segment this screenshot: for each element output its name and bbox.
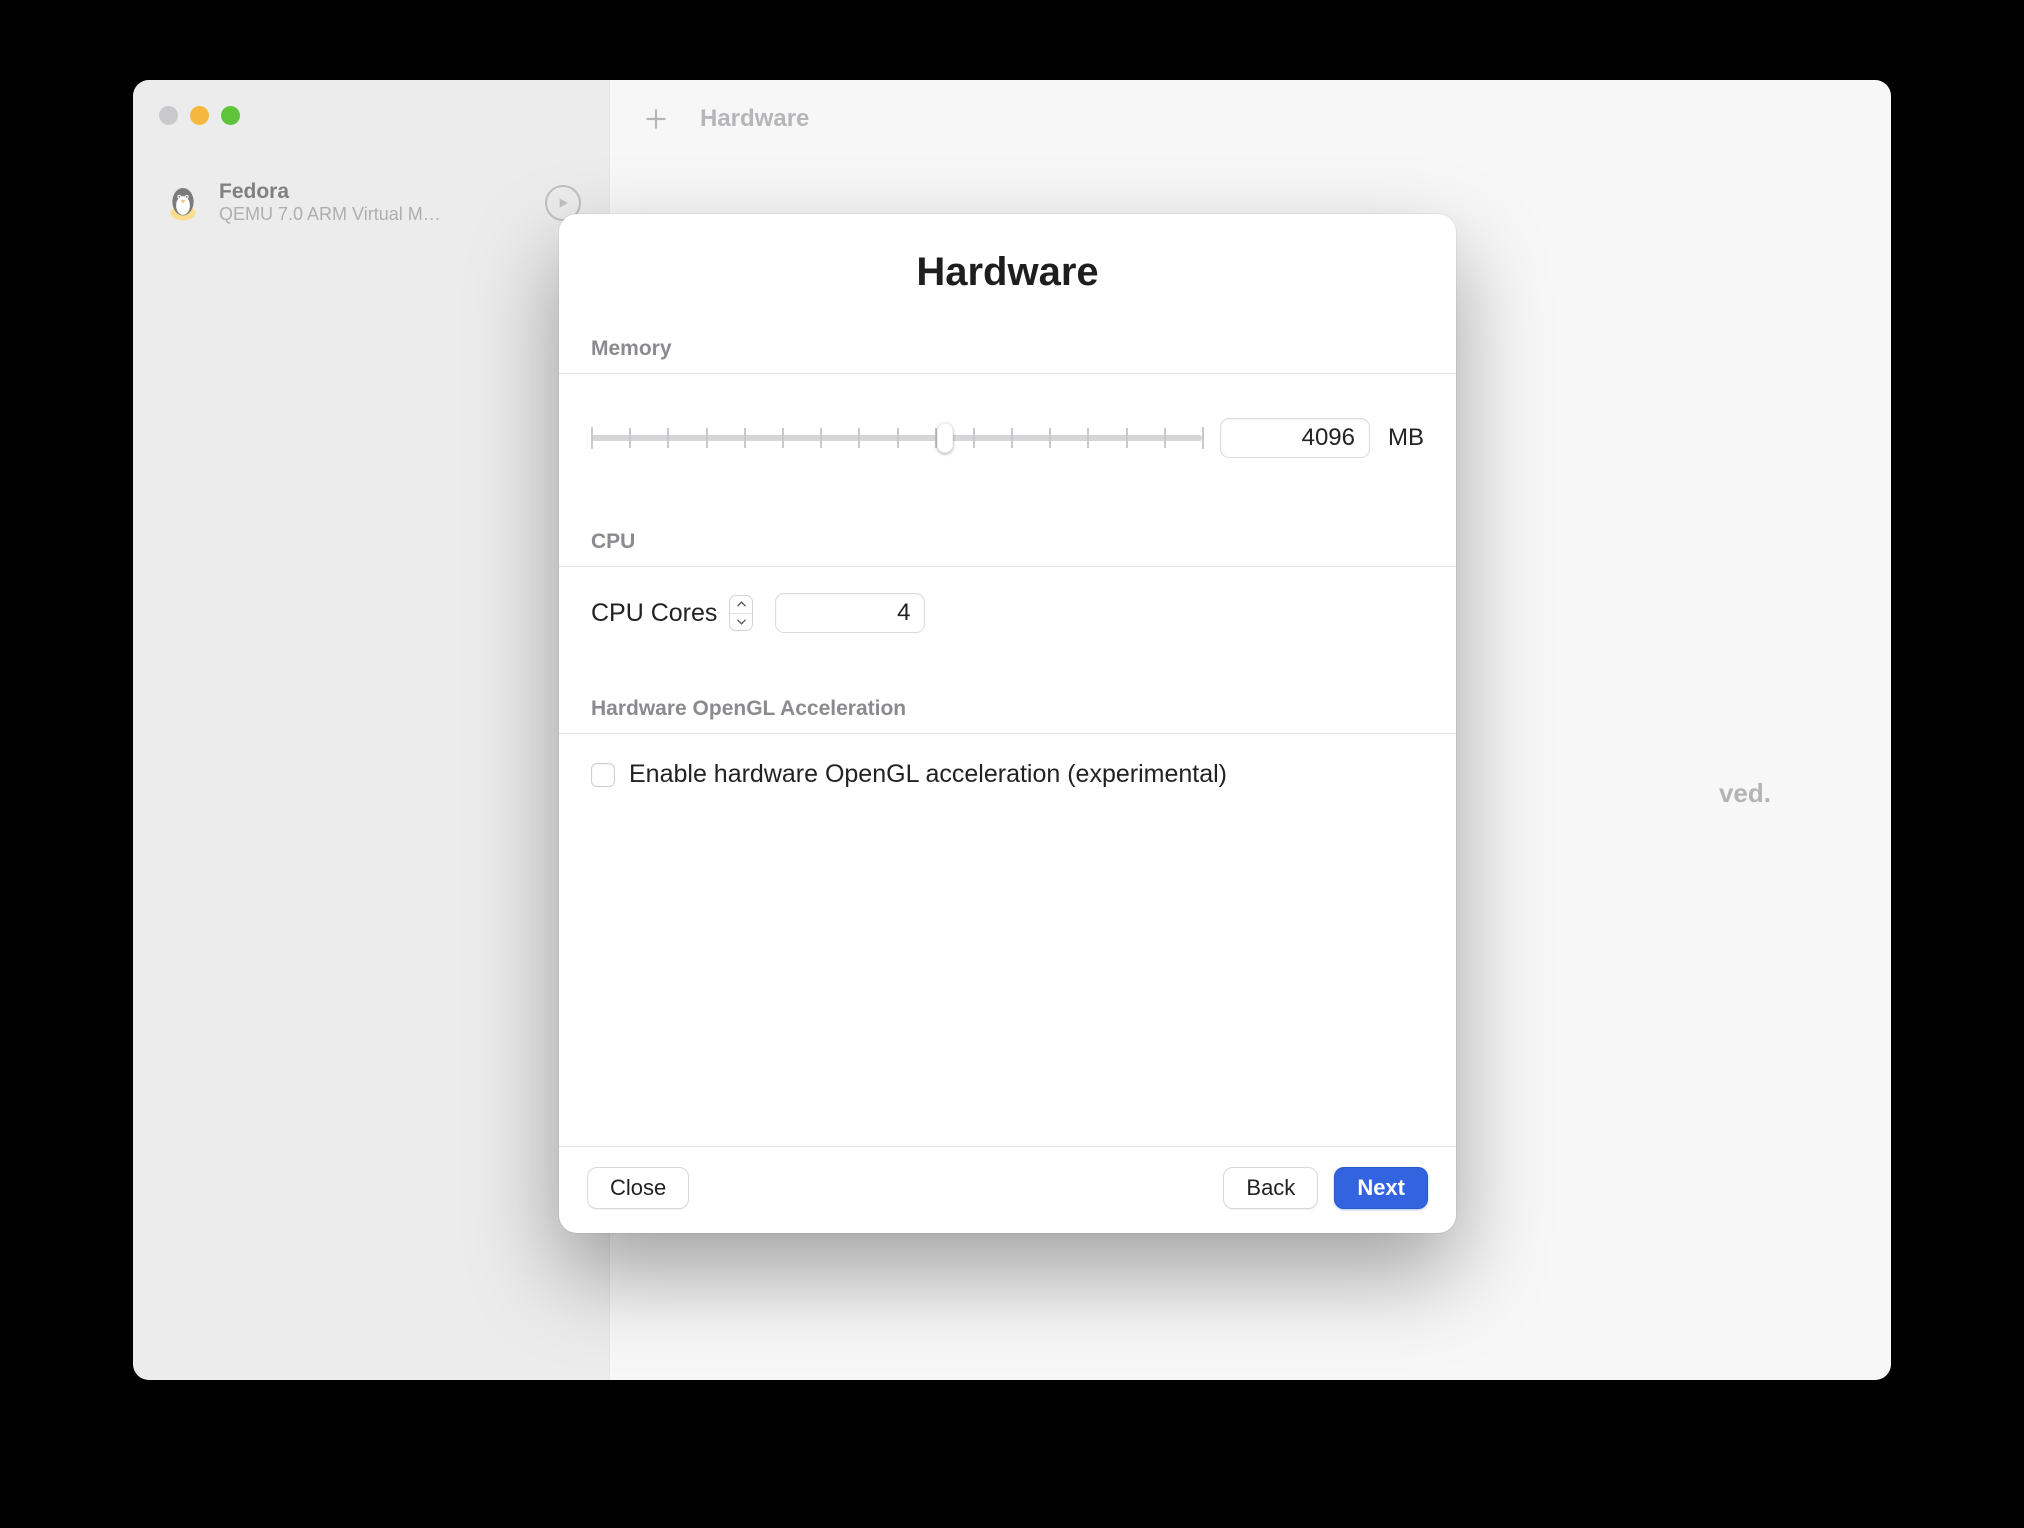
memory-input[interactable] xyxy=(1220,418,1370,458)
close-button[interactable]: Close xyxy=(587,1167,689,1209)
background-obscured-text: ved. xyxy=(1719,778,1771,809)
gl-acceleration-label: Enable hardware OpenGL acceleration (exp… xyxy=(629,760,1227,789)
cpu-section-label: CPU xyxy=(559,506,1456,566)
toolbar: Hardware xyxy=(610,80,1891,158)
cpu-cores-input[interactable] xyxy=(775,593,925,633)
sidebar: Fedora QEMU 7.0 ARM Virtual M… xyxy=(133,80,610,1380)
traffic-minimize-icon[interactable] xyxy=(190,106,209,125)
traffic-zoom-icon[interactable] xyxy=(221,106,240,125)
gl-section-label: Hardware OpenGL Acceleration xyxy=(559,673,1456,733)
back-button[interactable]: Back xyxy=(1223,1167,1318,1209)
cpu-cores-stepper[interactable] xyxy=(729,595,753,631)
cpu-cores-label: CPU Cores xyxy=(591,599,717,628)
memory-section-label: Memory xyxy=(559,313,1456,373)
traffic-close-icon[interactable] xyxy=(159,106,178,125)
vm-name: Fedora xyxy=(219,180,441,204)
linux-penguin-icon xyxy=(161,181,205,225)
sidebar-item-vm[interactable]: Fedora QEMU 7.0 ARM Virtual M… xyxy=(151,170,591,235)
vm-subtitle: QEMU 7.0 ARM Virtual M… xyxy=(219,204,441,225)
chevron-down-icon[interactable] xyxy=(730,614,752,631)
add-button[interactable] xyxy=(636,99,676,139)
gl-acceleration-checkbox[interactable] xyxy=(591,763,615,787)
sheet-title: Hardware xyxy=(559,214,1456,313)
toolbar-title: Hardware xyxy=(700,105,809,133)
chevron-up-icon[interactable] xyxy=(730,596,752,614)
memory-unit: MB xyxy=(1388,424,1424,452)
hardware-wizard-sheet: Hardware Memory MB CPU CPU Cores xyxy=(559,214,1456,1233)
window-traffic-lights xyxy=(159,106,240,125)
memory-slider[interactable] xyxy=(591,418,1202,458)
next-button[interactable]: Next xyxy=(1334,1167,1428,1209)
sheet-footer: Close Back Next xyxy=(559,1146,1456,1233)
